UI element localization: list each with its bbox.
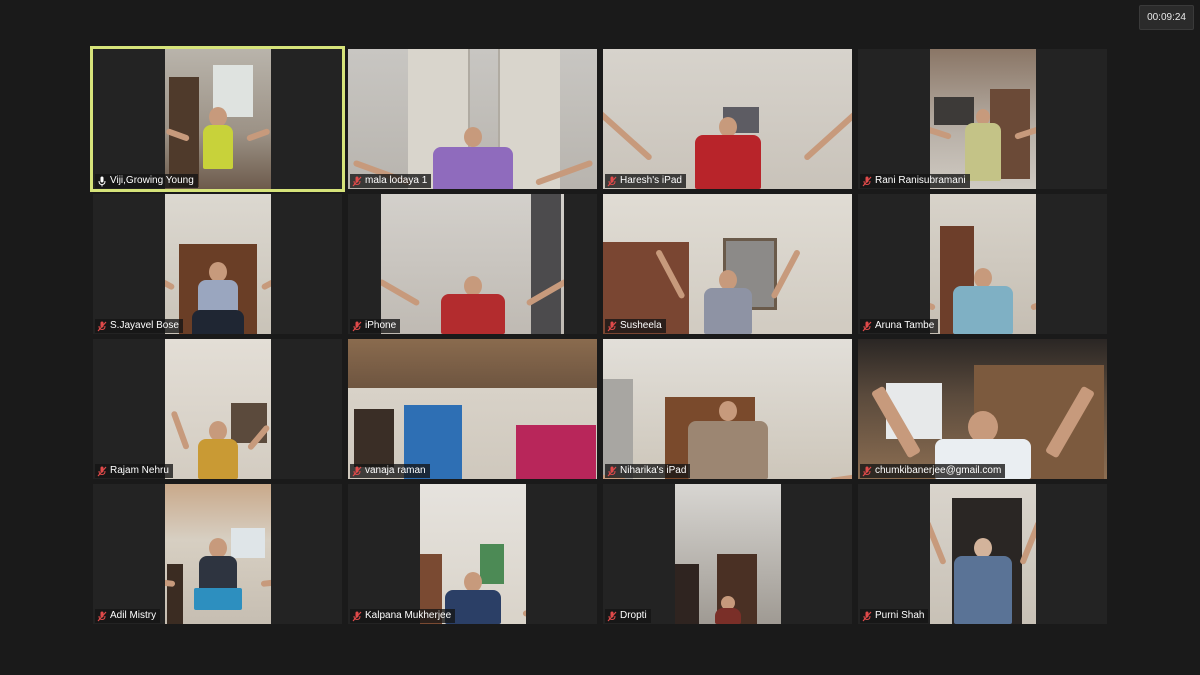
participant-name-label: vanaja raman <box>350 464 430 478</box>
participant-tile[interactable]: Susheela <box>603 194 852 334</box>
participant-name: Haresh's iPad <box>620 175 682 186</box>
participant-name-label: Viji,Growing Young <box>95 174 198 188</box>
muted-microphone-icon <box>862 611 872 622</box>
participant-video <box>930 484 1036 624</box>
muted-microphone-icon <box>352 321 362 332</box>
muted-microphone-icon <box>607 611 617 622</box>
participant-tile[interactable]: chumkibanerjee@gmail.com <box>858 339 1107 479</box>
participant-tile[interactable]: Niharika's iPad <box>603 339 852 479</box>
participant-name: Susheela <box>620 320 662 331</box>
participant-name: Adil Mistry <box>110 610 157 621</box>
participant-video <box>165 194 271 334</box>
muted-microphone-icon <box>607 176 617 187</box>
participant-video <box>165 484 271 624</box>
participant-name-label: Adil Mistry <box>95 609 161 623</box>
meeting-gallery-view: 00:09:24 Viji,Growing Young mala lodaya … <box>0 0 1200 675</box>
participant-name-label: iPhone <box>350 319 401 333</box>
participant-name: S.Jayavel Bose <box>110 320 179 331</box>
participant-video <box>348 49 597 189</box>
muted-microphone-icon <box>862 321 872 332</box>
participant-video <box>603 49 852 189</box>
participant-name-label: Dropti <box>605 609 651 623</box>
muted-microphone-icon <box>862 466 872 477</box>
participant-name-label: chumkibanerjee@gmail.com <box>860 464 1006 478</box>
participant-name: mala lodaya 1 <box>365 175 428 186</box>
participant-name-label: Kalpana Mukherjee <box>350 609 456 623</box>
participant-tile[interactable]: Aruna Tambe <box>858 194 1107 334</box>
participant-tile[interactable]: Purni Shah <box>858 484 1107 624</box>
participant-tile[interactable]: mala lodaya 1 <box>348 49 597 189</box>
microphone-icon <box>97 176 107 187</box>
participant-name-label: Rajam Nehru <box>95 464 173 478</box>
participant-name-label: S.Jayavel Bose <box>95 319 183 333</box>
participant-tile[interactable]: Kalpana Mukherjee <box>348 484 597 624</box>
participant-name-label: mala lodaya 1 <box>350 174 432 188</box>
participant-tile[interactable]: Rani Ranisubramani <box>858 49 1107 189</box>
muted-microphone-icon <box>97 611 107 622</box>
participant-name-label: Susheela <box>605 319 666 333</box>
muted-microphone-icon <box>352 611 362 622</box>
participant-name: Niharika's iPad <box>620 465 687 476</box>
participant-name: iPhone <box>365 320 397 331</box>
participant-name: Rani Ranisubramani <box>875 175 966 186</box>
participant-name-label: Purni Shah <box>860 609 929 623</box>
participant-name: Kalpana Mukherjee <box>365 610 452 621</box>
participant-tile[interactable]: Viji,Growing Young <box>90 46 345 192</box>
participant-tile[interactable]: Adil Mistry <box>93 484 342 624</box>
participant-video <box>603 194 852 334</box>
participant-name-label: Aruna Tambe <box>860 319 939 333</box>
muted-microphone-icon <box>352 466 362 477</box>
participant-video <box>603 339 852 479</box>
video-grid: Viji,Growing Young mala lodaya 1 Haresh'… <box>90 46 1107 626</box>
muted-microphone-icon <box>97 321 107 332</box>
participant-name: chumkibanerjee@gmail.com <box>875 465 1002 476</box>
participant-video <box>858 339 1107 479</box>
participant-name: Aruna Tambe <box>875 320 935 331</box>
participant-tile[interactable]: vanaja raman <box>348 339 597 479</box>
participant-video <box>348 339 597 479</box>
participant-video <box>930 194 1036 334</box>
participant-video <box>675 484 781 624</box>
participant-video <box>165 49 271 189</box>
participant-video <box>165 339 271 479</box>
participant-video <box>381 194 564 334</box>
participant-name: Viji,Growing Young <box>110 175 194 186</box>
participant-name-label: Niharika's iPad <box>605 464 691 478</box>
participant-name: Purni Shah <box>875 610 925 621</box>
participant-name: Rajam Nehru <box>110 465 169 476</box>
muted-microphone-icon <box>607 321 617 332</box>
muted-microphone-icon <box>352 176 362 187</box>
participant-name-label: Haresh's iPad <box>605 174 686 188</box>
muted-microphone-icon <box>97 466 107 477</box>
participant-tile[interactable]: Haresh's iPad <box>603 49 852 189</box>
meeting-timer: 00:09:24 <box>1139 5 1194 30</box>
participant-name: Dropti <box>620 610 647 621</box>
participant-tile[interactable]: Dropti <box>603 484 852 624</box>
participant-tile[interactable]: iPhone <box>348 194 597 334</box>
muted-microphone-icon <box>607 466 617 477</box>
participant-tile[interactable]: S.Jayavel Bose <box>93 194 342 334</box>
participant-video <box>930 49 1036 189</box>
muted-microphone-icon <box>862 176 872 187</box>
participant-tile[interactable]: Rajam Nehru <box>93 339 342 479</box>
participant-name: vanaja raman <box>365 465 426 476</box>
participant-video <box>420 484 526 624</box>
participant-name-label: Rani Ranisubramani <box>860 174 970 188</box>
